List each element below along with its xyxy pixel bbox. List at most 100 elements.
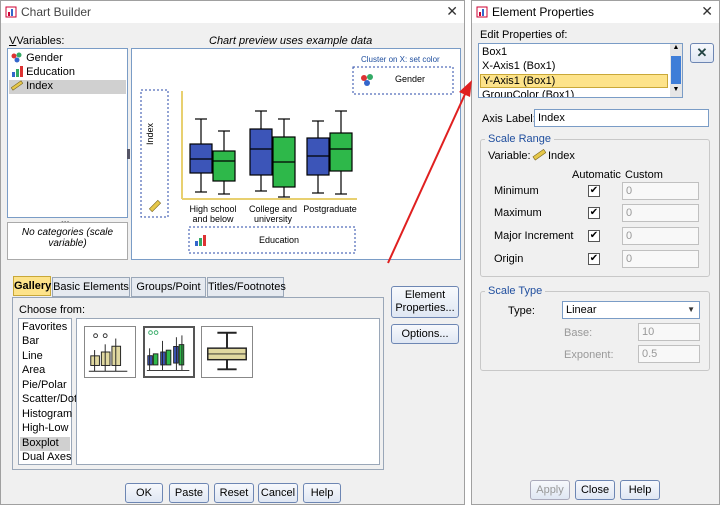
canvas-splitter[interactable] (127, 149, 130, 159)
variable-item-education[interactable]: Education (11, 66, 75, 80)
variable-value: Index (548, 150, 575, 162)
element-props-icon (476, 6, 488, 18)
close-icon[interactable]: ✕ (701, 3, 713, 20)
origin-label: Origin (494, 253, 524, 265)
minimum-custom-field[interactable]: 0 (622, 182, 699, 200)
exponent-field[interactable]: 0.5 (638, 345, 700, 363)
tab-basic-elements[interactable]: Basic Elements (52, 277, 130, 297)
chart-canvas[interactable]: Cluster on X: set color Gender Index Edu… (131, 48, 461, 260)
chart-type-boxplot[interactable]: Boxplot (20, 437, 70, 451)
edit-properties-list[interactable]: Box1 X-Axis1 (Box1) Y-Axis1 (Box1) Group… (478, 43, 683, 98)
nominal-icon (11, 52, 22, 63)
cluster-nominal-icon (361, 74, 373, 86)
type-select-value: Linear (566, 304, 597, 316)
x-category-2: College and university (248, 204, 298, 224)
preview-caption: Chart preview uses example data (209, 35, 373, 47)
box-hs-gender1 (189, 118, 213, 193)
variable-label: Variable: (488, 150, 531, 162)
one-d-boxplot-thumb[interactable] (201, 326, 253, 378)
simple-boxplot-thumb[interactable] (84, 326, 136, 378)
element-properties-button[interactable]: Element Properties... (391, 286, 459, 318)
close-button[interactable]: Close (575, 480, 615, 500)
major-increment-custom-field[interactable]: 0 (622, 227, 699, 245)
chart-builder-titlebar: Chart Builder ✕ (1, 1, 464, 23)
variable-item-gender[interactable]: Gender (11, 52, 63, 66)
chart-type-high-low[interactable]: High-Low (22, 422, 68, 436)
chart-type-histogram[interactable]: Histogram (22, 408, 72, 422)
box-college-gender2 (272, 118, 296, 198)
x-category-3: Postgraduate (303, 204, 357, 214)
scale-range-title: Scale Range (485, 133, 554, 145)
chart-type-scatter-dot[interactable]: Scatter/Dot (22, 393, 77, 407)
tab-groups-point-id[interactable]: Groups/Point ID (131, 277, 206, 311)
chart-type-bar[interactable]: Bar (22, 335, 39, 349)
x-category-1: High school and below (189, 204, 237, 224)
element-help-button[interactable]: Help (620, 480, 660, 500)
minimum-auto-checkbox[interactable]: ✔ (588, 185, 600, 197)
maximum-custom-field[interactable]: 0 (622, 204, 699, 222)
box-college-gender1 (249, 110, 273, 192)
app-icon (5, 6, 17, 18)
maximum-auto-checkbox[interactable]: ✔ (588, 207, 600, 219)
type-select[interactable]: Linear ▼ (562, 301, 700, 319)
delete-element-button[interactable]: ✕ (690, 43, 714, 63)
box-post-gender2 (329, 110, 353, 195)
major-increment-auto-checkbox[interactable]: ✔ (588, 230, 600, 242)
list-scrollbar[interactable]: ▲ ▼ (670, 44, 682, 97)
element-properties-title: Element Properties (492, 5, 595, 19)
cluster-var-label[interactable]: Gender (395, 74, 425, 84)
chart-type-list[interactable]: Favorites Bar Line Area Pie/Polar Scatte… (18, 318, 77, 465)
edit-properties-label: Edit Properties of: (480, 29, 568, 41)
chart-type-pie-polar[interactable]: Pie/Polar (22, 379, 67, 393)
element-item-groupcolor[interactable]: GroupColor (Box1) (482, 89, 574, 97)
tab-gallery[interactable]: Gallery (13, 276, 51, 296)
maximum-label: Maximum (494, 207, 542, 219)
scale-ruler-icon (10, 80, 24, 91)
automatic-header: Automatic (572, 169, 621, 181)
chevron-down-icon: ▼ (687, 305, 695, 314)
choose-from-label: Choose from: (19, 304, 86, 316)
cancel-button[interactable]: Cancel (258, 483, 298, 503)
ordinal-icon (12, 66, 23, 77)
origin-auto-checkbox[interactable]: ✔ (588, 253, 600, 265)
chart-type-area[interactable]: Area (22, 364, 45, 378)
chart-type-dual-axes[interactable]: Dual Axes (22, 451, 72, 465)
chart-builder-title: Chart Builder (21, 5, 92, 19)
variables-list[interactable]: Gender Education Index (7, 48, 128, 218)
clustered-boxplot-thumb[interactable] (143, 326, 195, 378)
y-ruler-icon (148, 199, 162, 213)
x-axis-var-label[interactable]: Education (259, 235, 299, 245)
chart-type-favorites[interactable]: Favorites (22, 321, 67, 335)
gallery-thumbnails (76, 318, 380, 465)
base-label: Base: (564, 327, 593, 339)
element-properties-window: Element Properties ✕ Edit Properties of:… (471, 0, 720, 505)
base-field[interactable]: 10 (638, 323, 700, 341)
variables-label: VVariables: (9, 35, 65, 47)
exponent-label: Exponent: (564, 349, 614, 361)
options-button[interactable]: Options... (391, 324, 459, 344)
minimum-label: Minimum (494, 185, 539, 197)
axis-label-input[interactable]: Index (534, 109, 709, 127)
chart-type-line[interactable]: Line (22, 350, 43, 364)
ok-button[interactable]: OK (125, 483, 163, 503)
close-icon[interactable]: ✕ (446, 3, 458, 20)
element-item-y-axis1[interactable]: Y-Axis1 (Box1) (480, 74, 668, 88)
paste-button[interactable]: Paste (169, 483, 209, 503)
no-categories-text: No categories (scale variable) (21, 227, 114, 249)
origin-custom-field[interactable]: 0 (622, 250, 699, 268)
help-button[interactable]: Help (303, 483, 341, 503)
reset-button[interactable]: Reset (214, 483, 254, 503)
variable-item-index[interactable]: Index (9, 80, 126, 94)
apply-button[interactable]: Apply (530, 480, 570, 500)
element-item-x-axis1[interactable]: X-Axis1 (Box1) (482, 60, 555, 74)
element-item-box1[interactable]: Box1 (482, 46, 507, 60)
scale-type-title: Scale Type (485, 285, 546, 297)
gallery-panel: Choose from: Favorites Bar Line Area Pie… (12, 297, 384, 470)
box-hs-gender2 (212, 130, 236, 195)
element-properties-titlebar: Element Properties ✕ (472, 1, 719, 23)
y-axis-var-label[interactable]: Index (145, 123, 155, 145)
y-axis-drop-zone (140, 89, 169, 218)
tab-titles-footnotes[interactable]: Titles/Footnotes (207, 277, 286, 297)
categories-box: No categories (scale variable) (7, 222, 128, 260)
x-ordinal-icon (195, 235, 206, 246)
